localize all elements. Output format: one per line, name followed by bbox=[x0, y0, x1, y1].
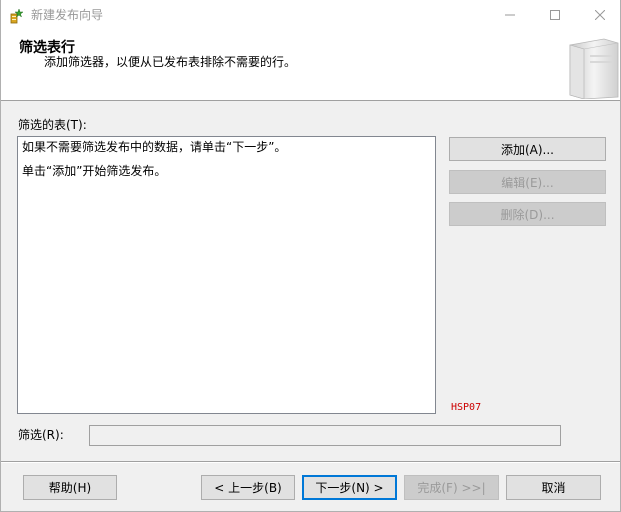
maximize-icon bbox=[550, 9, 560, 23]
edit-filter-button[interactable]: 编辑(E)... bbox=[449, 170, 606, 194]
help-button[interactable]: 帮助(H) bbox=[23, 475, 117, 500]
title-bar: 新建发布向导 bbox=[1, 0, 620, 31]
filtered-tables-label: 筛选的表(T): bbox=[18, 118, 87, 132]
cancel-button[interactable]: 取消 bbox=[506, 475, 601, 500]
finish-button[interactable]: 完成(F) >>| bbox=[404, 475, 499, 500]
back-button[interactable]: < 上一步(B) bbox=[201, 475, 295, 500]
close-icon bbox=[594, 9, 606, 23]
wizard-window: 新建发布向导 筛选表行 添加筛选器，以便从已发布表排除不需要的行。 筛选的表(T… bbox=[0, 0, 621, 512]
wizard-app-icon bbox=[9, 8, 25, 24]
book-graphic bbox=[564, 37, 620, 100]
add-filter-button[interactable]: 添加(A)... bbox=[449, 137, 606, 161]
help-code-label: HSP07 bbox=[451, 402, 482, 413]
next-button[interactable]: 下一步(N) > bbox=[302, 475, 397, 500]
filtered-tables-list[interactable]: 如果不需要筛选发布中的数据，请单击“下一步”。 单击“添加”开始筛选发布。 bbox=[17, 136, 436, 414]
footer-separator bbox=[1, 461, 620, 463]
maximize-button[interactable] bbox=[532, 0, 578, 31]
close-button[interactable] bbox=[577, 0, 621, 31]
delete-filter-button[interactable]: 删除(D)... bbox=[449, 202, 606, 226]
filter-label: 筛选(R): bbox=[18, 428, 64, 442]
minimize-button[interactable] bbox=[487, 0, 533, 31]
wizard-header: 筛选表行 添加筛选器，以便从已发布表排除不需要的行。 bbox=[1, 31, 620, 101]
minimize-icon bbox=[505, 9, 515, 23]
filter-textbox[interactable] bbox=[89, 425, 561, 446]
window-title: 新建发布向导 bbox=[31, 8, 104, 22]
list-item: 如果不需要筛选发布中的数据，请单击“下一步”。 bbox=[22, 140, 287, 154]
page-subtitle: 添加筛选器，以便从已发布表排除不需要的行。 bbox=[44, 55, 297, 69]
list-item: 单击“添加”开始筛选发布。 bbox=[22, 164, 167, 178]
